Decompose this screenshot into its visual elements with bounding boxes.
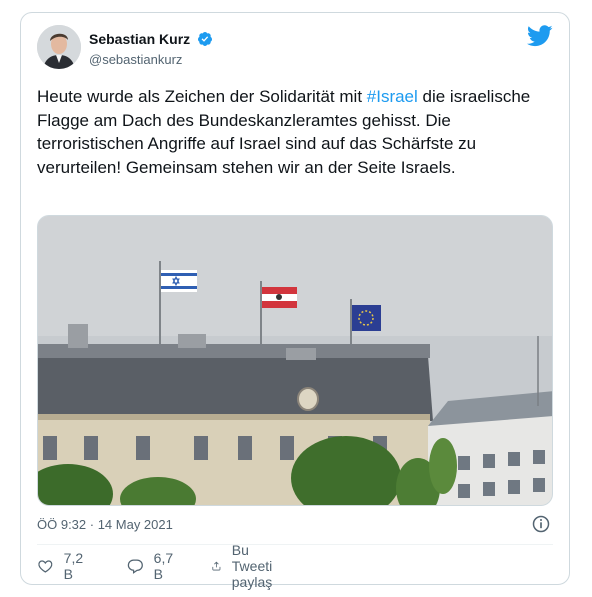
- heart-icon: [38, 560, 53, 573]
- avatar[interactable]: [37, 25, 81, 69]
- hashtag-link[interactable]: #Israel: [367, 87, 418, 106]
- like-button[interactable]: 7,2 B: [37, 550, 88, 582]
- tweet-photo[interactable]: [37, 215, 553, 506]
- tweet-text-part-1: Heute wurde als Zeichen der Solidarität …: [37, 87, 367, 106]
- tweet-card[interactable]: Sebastian Kurz @sebastiankurz Heute wurd…: [20, 12, 570, 590]
- display-name[interactable]: Sebastian Kurz: [89, 31, 190, 47]
- divider: [37, 544, 553, 545]
- building-photo: [38, 216, 552, 505]
- tweet-timestamp[interactable]: ÖÖ 9:32 · 14 May 2021: [37, 517, 173, 532]
- verified-badge-icon: [197, 31, 212, 46]
- author-handle[interactable]: @sebastiankurz: [89, 52, 213, 67]
- like-count: 7,2 B: [63, 550, 84, 582]
- share-button[interactable]: Bu Tweeti paylaş: [211, 542, 283, 590]
- share-icon: [212, 561, 221, 571]
- reply-button[interactable]: 6,7 B: [127, 550, 178, 582]
- share-label: Bu Tweeti paylaş: [231, 542, 273, 590]
- tweet-text: Heute wurde als Zeichen der Solidarität …: [37, 85, 557, 179]
- info-icon[interactable]: [531, 514, 551, 534]
- reply-count: 6,7 B: [153, 550, 174, 582]
- author-names: Sebastian Kurz @sebastiankurz: [89, 30, 213, 67]
- twitter-bird-icon[interactable]: [527, 25, 553, 47]
- reply-icon: [127, 559, 143, 574]
- tweet-header: Sebastian Kurz @sebastiankurz: [37, 25, 553, 69]
